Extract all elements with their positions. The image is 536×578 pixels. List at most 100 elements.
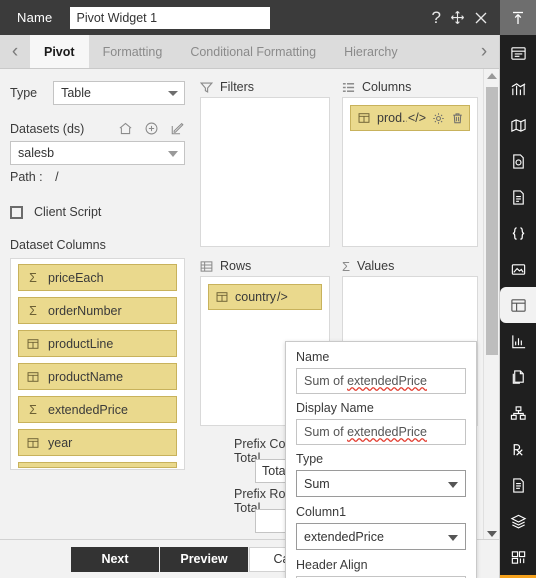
filters-dropzone[interactable] [200,97,330,247]
titlebar-icons: ? [432,9,500,26]
tab-scroll-left-button[interactable]: ‹ [0,35,30,68]
scroll-up-button[interactable] [484,69,499,83]
columns-field-code: </> [407,111,426,125]
dataset-columns-label: Dataset Columns [10,238,106,252]
chart-icon[interactable] [500,71,536,107]
dialog-titlebar: Name ? [0,0,500,35]
columns-dropzone[interactable]: prod.. </> [342,97,478,247]
hierarchy-icon[interactable] [500,395,536,431]
values-zone-title: Σ Values [342,256,394,276]
columns-zone-title: Columns [342,77,411,97]
dataset-column-item[interactable]: productLine [18,330,177,357]
add-circle-icon[interactable] [144,121,159,136]
pivot-widget-dialog: Name ? [0,0,536,578]
sigma-icon: Σ [29,270,37,285]
popup-column1-value: extendedPrice [304,529,384,544]
dataset-column-label: productName [48,369,124,384]
popup-name-label: Name [296,350,330,364]
tab-formatting[interactable]: Formatting [89,35,177,68]
gauge-doc-icon[interactable] [500,143,536,179]
rows-field-code: /> [277,290,288,304]
table-column-icon [216,291,228,303]
chevron-down-icon [168,91,178,96]
rows-icon [200,260,213,273]
code-braces-icon[interactable] [500,215,536,251]
scrollbar-thumb[interactable] [486,87,498,355]
home-icon[interactable] [118,121,133,136]
widget-name-input[interactable] [70,6,271,29]
rows-field-chip[interactable]: country /> [208,284,322,310]
tab-scroll-right-button[interactable]: › [469,35,499,68]
name-label: Name [17,10,53,25]
report-icon[interactable] [500,467,536,503]
edit-icon[interactable] [170,121,185,136]
popup-header-align-label: Header Align [296,558,368,572]
path-label: Path : [10,170,43,184]
popup-name-input[interactable]: Sum of extendedPrice [296,368,466,394]
sigma-icon: Σ [29,303,37,318]
popup-type-select[interactable]: Sum [296,470,466,497]
dataset-column-item[interactable]: Σ priceEach [18,264,177,291]
layers-icon[interactable] [500,503,536,539]
document-icon[interactable] [500,179,536,215]
type-select[interactable]: Table [53,81,185,105]
bar-chart-icon[interactable] [500,323,536,359]
dataset-column-label: productLine [48,336,114,351]
dataset-column-label: priceEach [48,270,104,285]
datasets-label: Datasets (ds) [10,121,85,136]
filters-zone-label: Filters [220,80,255,94]
dataset-column-item-partial[interactable] [18,462,177,468]
copy-page-icon[interactable] [500,359,536,395]
chevron-down-icon [448,534,458,541]
columns-field-chip[interactable]: prod.. </> [350,105,470,131]
dataset-column-label: year [48,435,73,450]
trash-icon[interactable] [451,112,464,125]
close-icon[interactable] [474,11,488,25]
table-column-icon [358,112,370,124]
filters-zone-title: Filters [200,77,254,97]
dataset-select[interactable]: salesb [10,141,185,165]
type-row: Type Table [10,81,185,105]
pivot-table-icon[interactable] [500,287,536,323]
rows-zone-title: Rows [200,256,251,276]
tab-pivot[interactable]: Pivot [30,35,89,68]
type-select-value: Table [61,86,91,100]
widget-panel-icon[interactable] [500,35,536,71]
rows-zone-label: Rows [220,259,252,273]
preview-button[interactable]: Preview [160,546,248,572]
gear-icon[interactable] [432,112,445,125]
image-icon[interactable] [500,251,536,287]
tab-hierarchy[interactable]: Hierarchy [330,35,412,68]
popup-display-name-input[interactable]: Sum of extendedPrice [296,419,466,445]
move-icon[interactable] [450,10,465,25]
popup-column1-select[interactable]: extendedPrice [296,523,466,550]
columns-zone-label: Columns [362,80,412,94]
collapse-panel-button[interactable] [500,0,536,35]
popup-type-label: Type [296,452,324,466]
dialog-body: ‹ Pivot Formatting Conditional Formattin… [0,35,500,578]
blocks-icon[interactable] [500,539,536,575]
dataset-path: Path : / [10,170,185,184]
help-icon[interactable]: ? [432,9,441,26]
dataset-columns-list[interactable]: Σ priceEach Σ orderNumber productLine pr… [10,258,185,470]
rows-field-label: country [235,290,276,304]
filter-icon [200,81,213,94]
tab-conditional-formatting[interactable]: Conditional Formatting [176,35,330,68]
client-script-checkbox[interactable] [10,205,23,219]
left-settings-column: Type Table Datasets (ds) salesb Path: /… [0,69,195,541]
next-button[interactable]: Next [71,546,159,572]
popup-display-name-label: Display Name [296,401,374,415]
client-script-row: Client Script [10,205,185,219]
tab-bar: ‹ Pivot Formatting Conditional Formattin… [0,35,499,69]
dataset-column-label: orderNumber [48,303,122,318]
path-value: / [55,170,59,184]
sigma-icon: Σ [342,258,351,274]
dataset-column-item[interactable]: productName [18,363,177,390]
rx-icon[interactable] [500,431,536,467]
columns-field-label: prod.. [377,111,407,125]
map-icon[interactable] [500,107,536,143]
content-scrollbar[interactable] [483,69,499,541]
dataset-column-item[interactable]: Σ extendedPrice [18,396,177,423]
dataset-column-item[interactable]: year [18,429,177,456]
dataset-column-item[interactable]: Σ orderNumber [18,297,177,324]
